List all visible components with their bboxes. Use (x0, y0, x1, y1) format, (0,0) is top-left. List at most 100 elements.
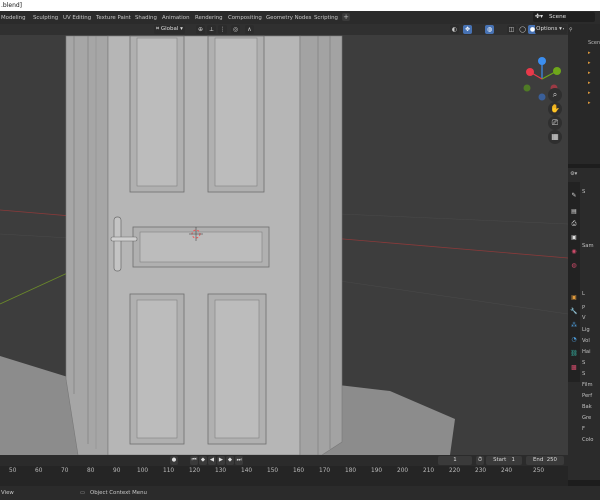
camera-view-icon[interactable]: ⎚ (548, 116, 562, 130)
frame-tick: 100 (137, 468, 149, 474)
current-frame-field[interactable]: 1 (438, 456, 472, 465)
panel-sampling[interactable]: Sam (582, 242, 594, 251)
panel-bake[interactable]: Bak (582, 403, 592, 412)
frame-tick: 230 (475, 468, 487, 474)
next-keyframe-icon[interactable]: ◆ (226, 456, 234, 465)
frame-tick: 90 (113, 468, 121, 474)
frame-tick: 80 (87, 468, 95, 474)
timeline[interactable]: 50 60 70 80 90 100 110 120 130 140 150 1… (0, 466, 568, 486)
tab-rendering[interactable]: Rendering (195, 13, 223, 23)
jump-start-icon[interactable]: ⏮ (190, 456, 198, 465)
z-axis-handle (538, 57, 546, 65)
tab-modeling[interactable]: Modeling (1, 13, 26, 23)
frame-tick: 200 (397, 468, 409, 474)
timeline-header: ● ⏮ ◆ ◀ ▶ ◆ ⏭ 1 ⏱ Start 1 End 250 (0, 455, 568, 466)
snap-target-icon[interactable]: ⋮ (218, 25, 227, 34)
panel-row[interactable]: S (582, 370, 585, 379)
object-icon[interactable]: ▸ (588, 78, 600, 88)
3d-viewport[interactable]: ⌗ Global ▾ ⊕ ⟂ ⋮ ◎ ∧ ◐ ✥ ◍ ◫ ◯ ● ◑ ○ ▾ O… (0, 24, 568, 455)
shading-wireframe-icon[interactable]: ◯ (518, 25, 527, 34)
record-icon[interactable]: ● (170, 456, 178, 465)
panel-color-management[interactable]: Colo (582, 436, 593, 445)
panel-row[interactable]: P (582, 304, 585, 313)
panel-row[interactable]: V (582, 314, 586, 323)
object-icon[interactable]: ▸ (588, 68, 600, 78)
world-tab-icon[interactable]: ◍ (570, 262, 578, 270)
status-context-menu: Object Context Menu (90, 490, 147, 496)
scene-name: Scene (549, 14, 567, 20)
particles-tab-icon[interactable]: ⁂ (570, 322, 578, 330)
transform-orientation-dropdown[interactable]: ⌗ Global ▾ (154, 25, 185, 34)
zoom-icon[interactable]: ⌕ (548, 88, 562, 102)
falloff-icon[interactable]: ∧ (245, 25, 254, 34)
play-icon[interactable]: ▶ (217, 456, 225, 465)
window-title: .blend] (1, 2, 23, 9)
pivot-point-icon[interactable]: ⊕ (196, 25, 205, 34)
proportional-edit-icon[interactable]: ◎ (231, 25, 240, 34)
physics-tab-icon[interactable]: ◔ (570, 336, 578, 344)
constraints-tab-icon[interactable]: ⛓ (570, 350, 578, 358)
x-axis-handle (526, 68, 534, 76)
material-tab-icon[interactable]: ▩ (570, 364, 578, 372)
object-icon[interactable]: ▸ (588, 98, 600, 108)
tab-geometry-nodes[interactable]: Geometry Nodes (266, 13, 311, 23)
gizmo-toggle-icon[interactable]: ✥ (463, 25, 472, 34)
tab-scripting[interactable]: Scripting (314, 13, 338, 23)
tab-sculpting[interactable]: Sculpting (33, 13, 58, 23)
prev-keyframe-icon[interactable]: ◆ (199, 456, 207, 465)
tab-animation[interactable]: Animation (162, 13, 189, 23)
outliner[interactable]: ⚲ Scen ▸ ▸ ▸ ▸ ▸ ▸ (568, 24, 600, 164)
object-icon[interactable]: ▸ (588, 58, 600, 68)
pan-hand-icon[interactable]: ✋ (548, 102, 562, 116)
object-icon[interactable]: ▸ (588, 88, 600, 98)
door-frame-right (299, 35, 343, 455)
panel-grease-pencil[interactable]: Gre (582, 414, 591, 423)
door-frame-left (65, 35, 109, 455)
frame-tick: 150 (267, 468, 279, 474)
panel-row[interactable]: L (582, 290, 585, 299)
play-reverse-icon[interactable]: ◀ (208, 456, 216, 465)
neg-y-axis-handle (523, 84, 531, 92)
output-tab-icon[interactable]: ⎙ (570, 220, 578, 228)
collection-icon[interactable]: ▸ (588, 48, 600, 58)
tab-texture-paint[interactable]: Texture Paint (96, 13, 131, 23)
panel-row[interactable]: F (582, 425, 585, 434)
tab-shading[interactable]: Shading (135, 13, 157, 23)
xray-toggle-icon[interactable]: ◫ (507, 25, 516, 34)
perspective-grid-icon[interactable]: ▦ (548, 130, 562, 144)
properties-editor-type-icon[interactable]: ⚙▾ (570, 170, 577, 179)
jump-end-icon[interactable]: ⏭ (235, 456, 243, 465)
frame-tick: 140 (241, 468, 253, 474)
mouse-right-icon: ▭ (80, 490, 86, 496)
stopwatch-icon[interactable]: ⏱ (476, 456, 484, 465)
render-tab-icon[interactable]: ▤ (570, 208, 578, 216)
overlays-toggle-icon[interactable]: ◍ (485, 25, 494, 34)
start-frame-field[interactable]: Start 1 (486, 456, 522, 465)
object-tab-icon[interactable]: ▣ (570, 294, 578, 302)
viewport-scene (0, 35, 568, 455)
panel-film[interactable]: Film (582, 381, 593, 390)
scene-selector[interactable]: ✤▾ Scene (533, 12, 595, 22)
properties-editor[interactable]: ⚙▾ S ✎ ▤ ⎙ ▣ ◉ ◍ ▣ 🔧 ⁂ ◔ ⛓ ▩ Sam L P V L… (568, 168, 600, 480)
panel-light-paths[interactable]: Lig (582, 326, 590, 335)
door-handle-plate (113, 216, 122, 272)
options-dropdown[interactable]: Options ▾ (535, 24, 563, 34)
add-workspace-button[interactable]: + (342, 13, 350, 21)
tool-tab-icon[interactable]: ✎ (570, 192, 578, 200)
grid-line (339, 213, 568, 225)
tab-compositing[interactable]: Compositing (228, 13, 262, 23)
scene-tab-icon[interactable]: ◉ (570, 248, 578, 256)
end-frame-field[interactable]: End 250 (526, 456, 564, 465)
panel-row[interactable]: S (582, 359, 585, 368)
frame-tick: 50 (9, 468, 17, 474)
snap-icon[interactable]: ⟂ (207, 25, 216, 34)
view-layer-tab-icon[interactable]: ▣ (570, 234, 578, 242)
outliner-filter-icon[interactable]: ⚲ (569, 25, 600, 35)
panel-hair[interactable]: Hai (582, 348, 591, 357)
panel-performance[interactable]: Perf (582, 392, 592, 401)
modifier-tab-icon[interactable]: 🔧 (570, 308, 578, 316)
panel-volumes[interactable]: Vol (582, 337, 590, 346)
visibility-icon[interactable]: ◐ (450, 25, 459, 34)
properties-tabs: ✎ ▤ ⎙ ▣ ◉ ◍ ▣ 🔧 ⁂ ◔ ⛓ ▩ (568, 182, 580, 382)
tab-uv-editing[interactable]: UV Editing (63, 13, 91, 23)
